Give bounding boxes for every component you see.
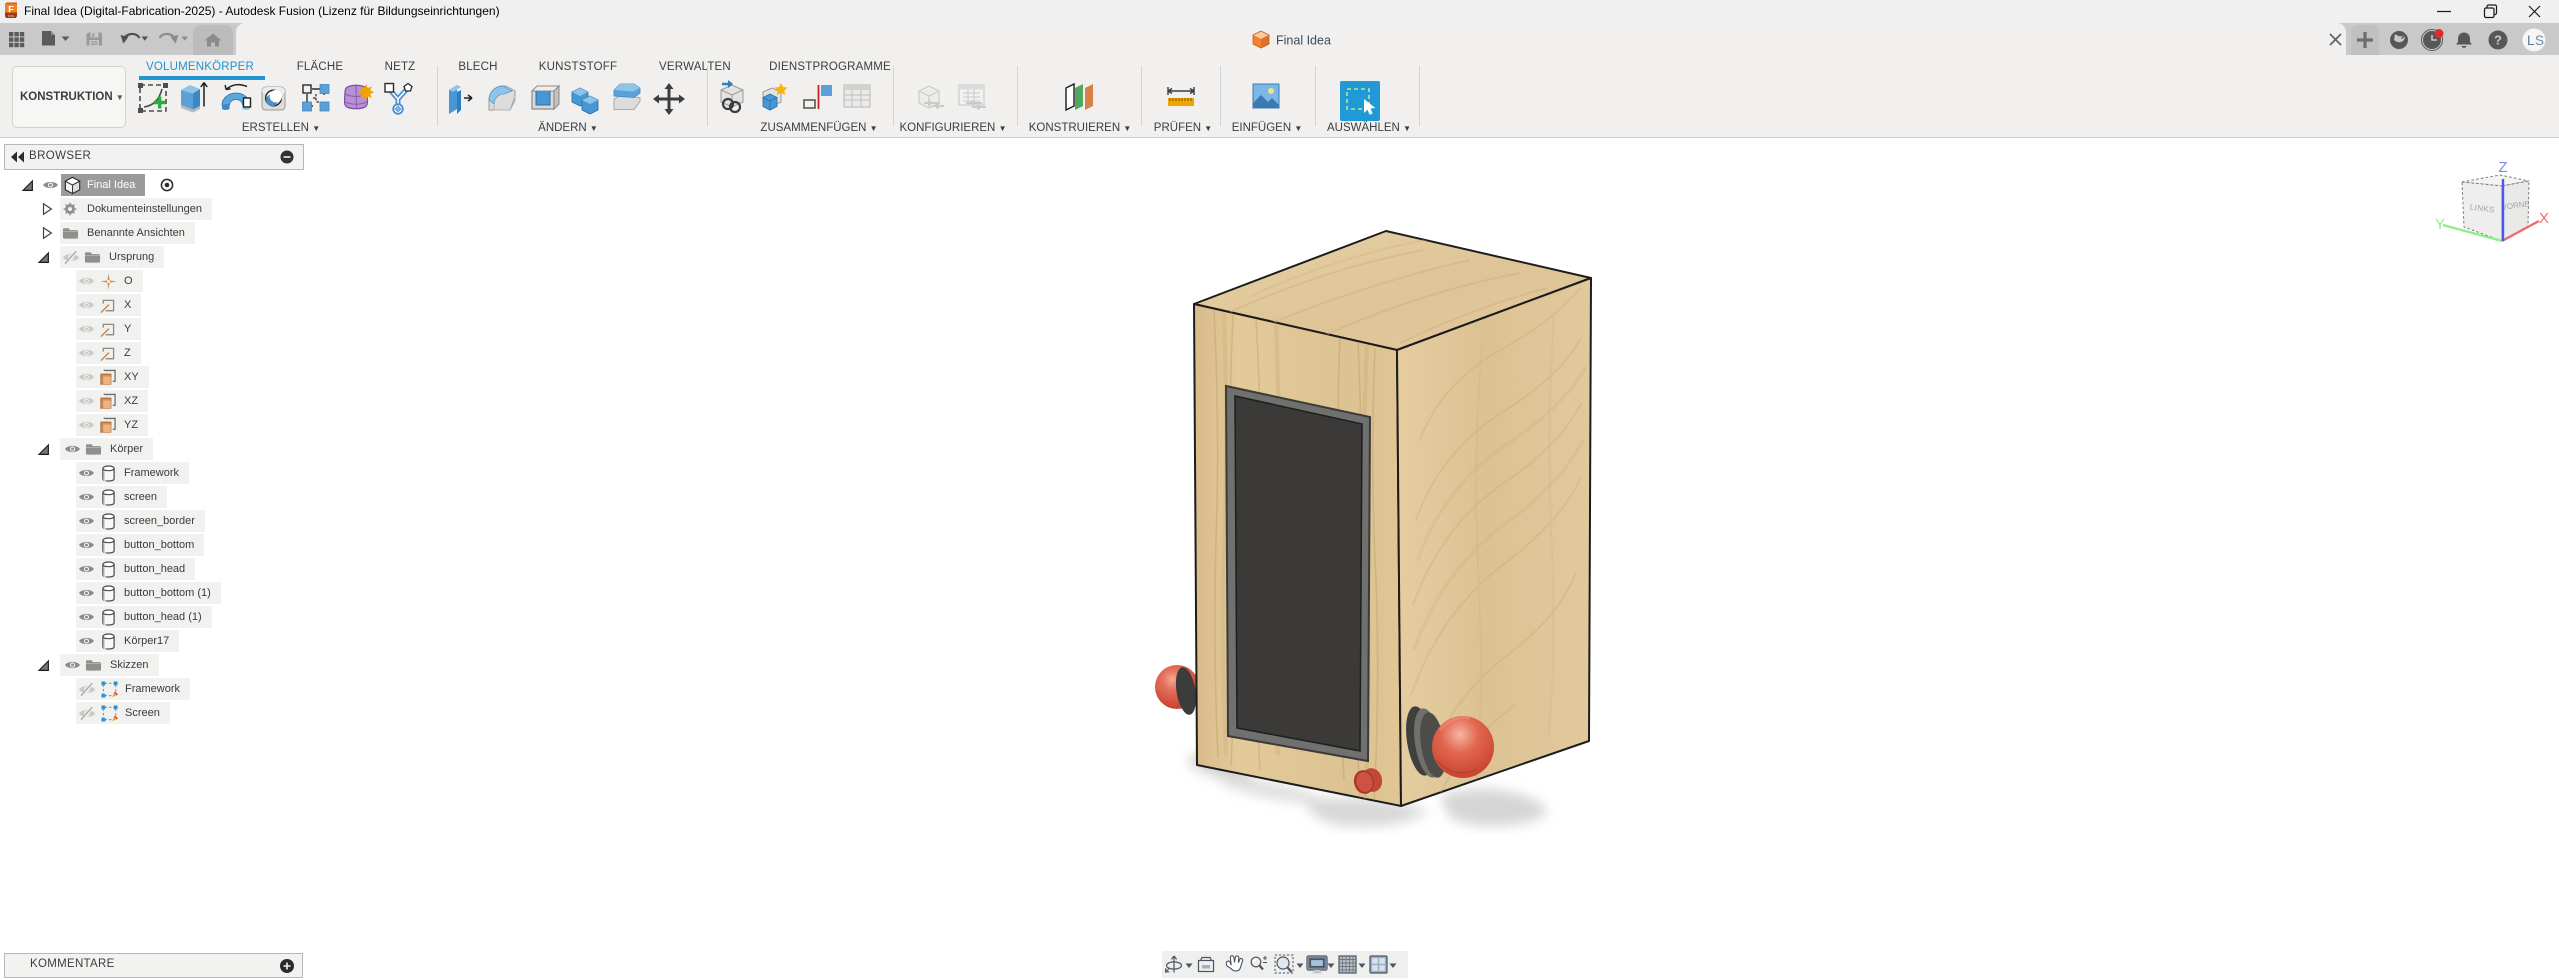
svg-text:FUS: FUS [8, 14, 14, 18]
svg-text:S: S [2535, 33, 2544, 48]
svg-text:X: X [2539, 210, 2549, 227]
svg-text:Y: Y [2435, 216, 2445, 233]
svg-text:Z: Z [2498, 159, 2507, 176]
svg-text:L: L [2527, 33, 2535, 48]
svg-text:?: ? [2494, 33, 2502, 48]
svg-text:Final Idea: Final Idea [1276, 34, 1331, 48]
